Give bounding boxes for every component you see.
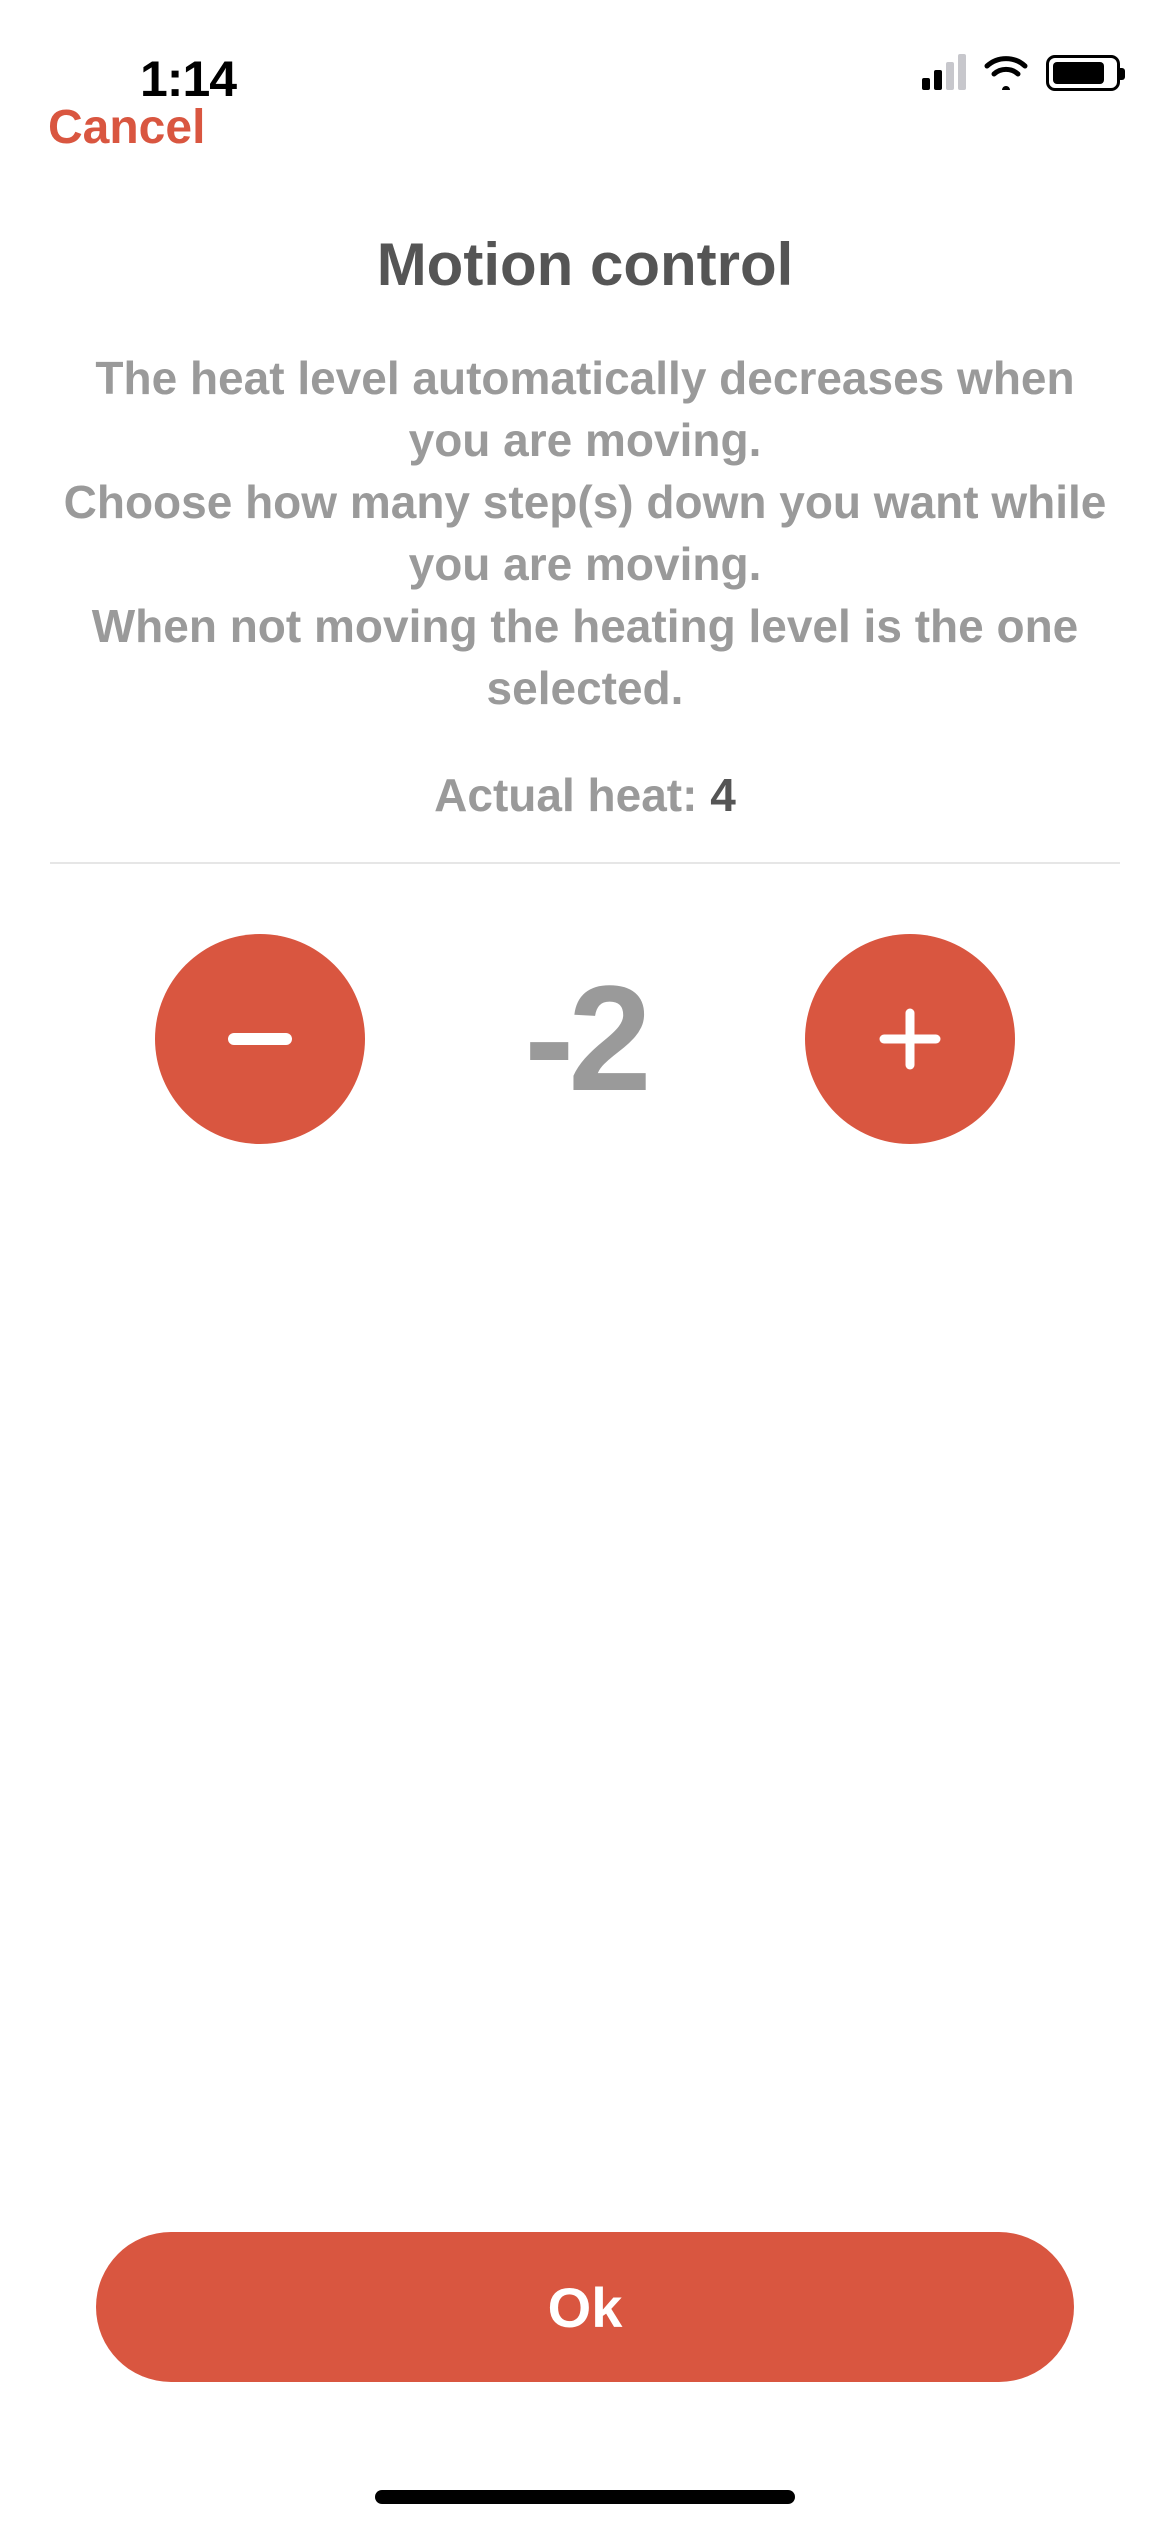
nav-bar: Cancel bbox=[0, 100, 1170, 200]
wifi-icon bbox=[984, 56, 1028, 90]
step-stepper: -2 bbox=[50, 934, 1120, 1144]
step-value: -2 bbox=[475, 952, 695, 1125]
divider bbox=[50, 862, 1120, 864]
plus-icon bbox=[878, 1007, 942, 1071]
home-indicator bbox=[375, 2490, 795, 2504]
increase-button[interactable] bbox=[805, 934, 1015, 1144]
decrease-button[interactable] bbox=[155, 934, 365, 1144]
status-icons bbox=[922, 55, 1120, 91]
actual-heat-value: 4 bbox=[710, 769, 736, 821]
battery-icon bbox=[1046, 55, 1120, 91]
page-description: The heat level automatically decreases w… bbox=[60, 347, 1110, 720]
minus-icon bbox=[228, 1033, 292, 1045]
cancel-button[interactable]: Cancel bbox=[48, 100, 205, 155]
actual-heat-label: Actual heat: bbox=[434, 769, 710, 821]
battery-level bbox=[1053, 62, 1104, 84]
content-area: Motion control The heat level automatica… bbox=[0, 230, 1170, 1144]
page-title: Motion control bbox=[50, 230, 1120, 299]
actual-heat-row: Actual heat: 4 bbox=[50, 768, 1120, 822]
status-bar: 1:14 bbox=[0, 0, 1170, 110]
ok-button[interactable]: Ok bbox=[96, 2232, 1074, 2382]
cellular-signal-icon bbox=[922, 56, 966, 90]
